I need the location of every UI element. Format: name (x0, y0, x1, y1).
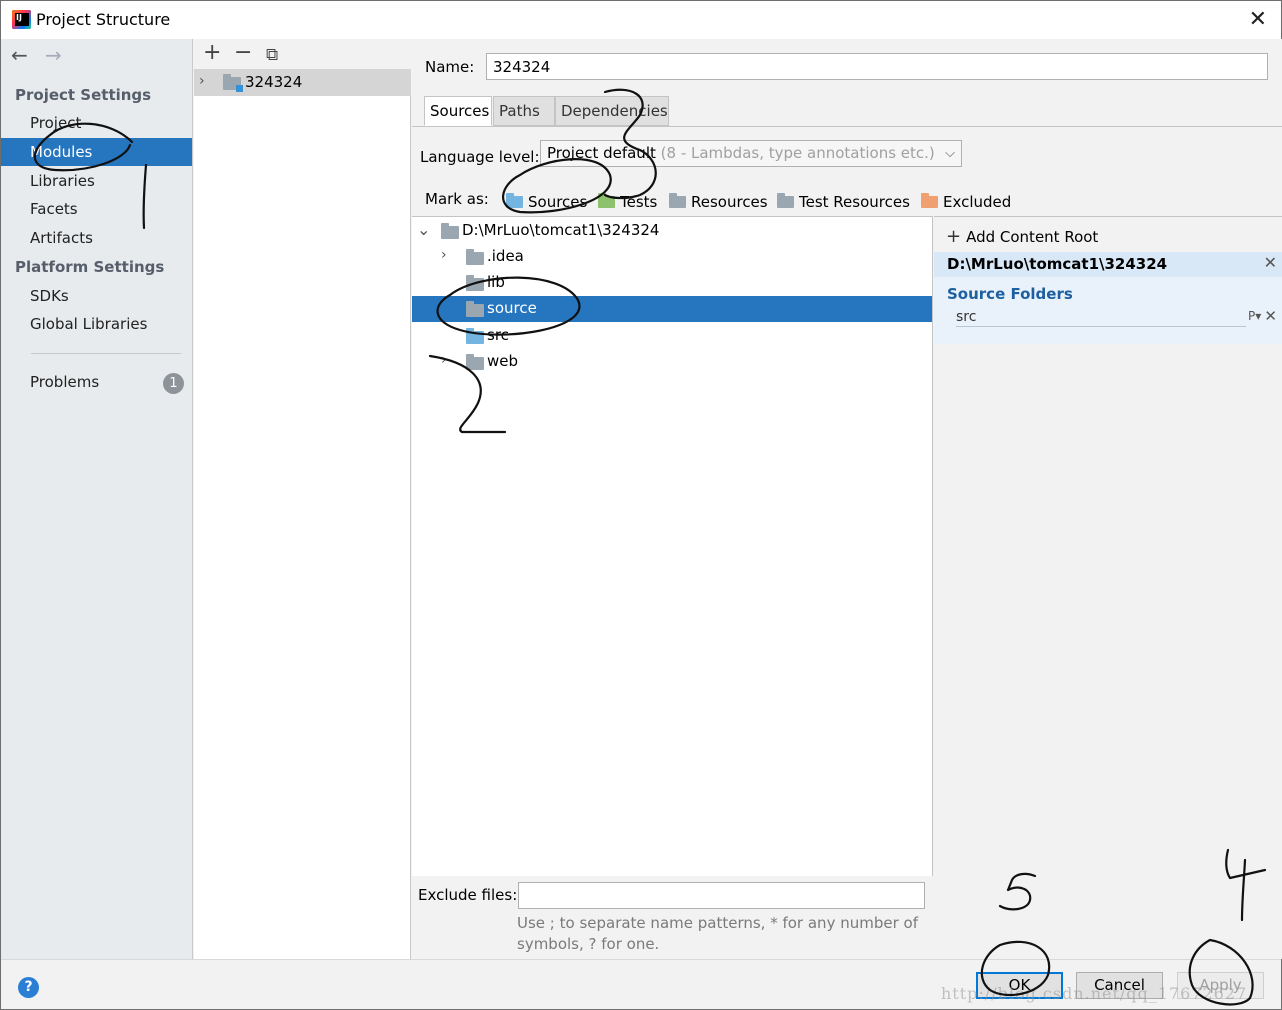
excluded-folder-icon (921, 193, 938, 208)
intellij-app-icon (12, 10, 31, 29)
test-resources-folder-icon (777, 193, 794, 208)
tree-row-source[interactable]: source (412, 296, 932, 322)
window-title: Project Structure (36, 10, 171, 29)
folder-icon (466, 275, 484, 291)
content-root-header: D:\MrLuo\tomcat1\324324 ✕ (934, 252, 1282, 277)
language-level-label: Language level: (420, 148, 540, 166)
content-root-tree: ⌄ D:\MrLuo\tomcat1\324324 › .idea lib so… (412, 216, 933, 876)
folder-icon (441, 223, 459, 239)
sidebar-item-global-libraries[interactable]: Global Libraries (1, 310, 192, 338)
mark-as-resources-button[interactable]: Resources (669, 193, 768, 211)
tree-item-label: src (487, 326, 509, 344)
tree-row-idea[interactable]: › .idea (412, 244, 932, 270)
source-folder-item[interactable]: src (956, 309, 976, 325)
platform-settings-header: Platform Settings (15, 258, 165, 276)
tree-row-src[interactable]: src (412, 323, 932, 349)
content-roots-panel: + Add Content Root D:\MrLuo\tomcat1\32432… (934, 216, 1282, 959)
add-content-root-button[interactable]: + Add Content Root (946, 226, 1098, 247)
forward-arrow-icon[interactable]: → (45, 43, 79, 67)
ok-button[interactable]: OK (976, 972, 1063, 999)
project-settings-header: Project Settings (15, 86, 152, 104)
module-list-panel: + − ⧉ › 324324 (194, 39, 411, 959)
copy-icon: ⧉ (266, 45, 279, 65)
add-module-button[interactable]: + (203, 41, 221, 65)
module-folder-icon (223, 74, 243, 92)
nav-arrows: ← → (11, 43, 79, 67)
chevron-down-icon: ⌵ (945, 146, 955, 161)
tab-dependencies[interactable]: Dependencies (555, 96, 669, 126)
tree-row-web[interactable]: › web (412, 349, 932, 375)
sidebar-divider (31, 353, 181, 354)
cancel-button[interactable]: Cancel (1076, 972, 1163, 999)
close-icon[interactable]: ✕ (1249, 7, 1267, 32)
mark-as-sources-button[interactable]: Sources (506, 193, 587, 211)
folder-icon (466, 249, 484, 265)
tab-underline (412, 126, 1282, 127)
module-toolbar: + − ⧉ (194, 39, 411, 69)
remove-content-root-icon[interactable]: ✕ (1264, 253, 1277, 272)
folder-icon (466, 354, 484, 370)
exclude-files-input[interactable] (518, 882, 925, 909)
tree-row-lib[interactable]: lib (412, 270, 932, 296)
project-structure-dialog: Project Structure ✕ ←→ Project Settings … (0, 0, 1282, 1010)
language-level-select[interactable]: Project default (8 - Lambdas, type annot… (540, 140, 962, 167)
tree-item-label: web (487, 352, 519, 370)
mark-as-test-resources-button[interactable]: Test Resources (777, 193, 910, 211)
resources-folder-icon (669, 193, 686, 208)
title-bar: Project Structure ✕ (1, 1, 1281, 39)
content-root-path: D:\MrLuo\tomcat1\324324 (947, 255, 1168, 273)
settings-sidebar: ← → Project Settings Project Modules Libr… (1, 39, 193, 959)
tab-sources[interactable]: Sources (424, 96, 492, 126)
help-icon[interactable]: ? (18, 977, 39, 998)
remove-module-button[interactable]: − (234, 41, 252, 65)
module-settings-panel: Name: Sources Paths Dependencies Languag… (412, 39, 1282, 959)
back-arrow-icon[interactable]: ← (11, 43, 45, 67)
tree-item-label: lib (487, 273, 505, 291)
plus-icon: + (946, 226, 962, 247)
language-level-value: Project default (547, 144, 656, 162)
language-level-suffix: (8 - Lambdas, type annotations etc.) (660, 144, 935, 162)
minus-icon: − (234, 40, 253, 65)
copy-module-button[interactable]: ⧉ (266, 43, 278, 67)
apply-button[interactable]: Apply (1177, 972, 1264, 999)
chevron-right-icon[interactable]: › (441, 247, 447, 263)
sidebar-item-modules[interactable]: Modules (1, 138, 192, 166)
source-folder-underline (956, 326, 1246, 327)
module-row[interactable]: › 324324 (194, 69, 411, 96)
tree-root-label: D:\MrLuo\tomcat1\324324 (462, 221, 660, 239)
tree-item-label: source (487, 299, 537, 317)
sidebar-item-sdks[interactable]: SDKs (1, 282, 192, 310)
tree-item-label: .idea (487, 247, 524, 265)
plus-icon: + (203, 40, 222, 65)
problems-count-badge: 1 (163, 373, 184, 394)
sidebar-item-artifacts[interactable]: Artifacts (1, 224, 192, 252)
name-label: Name: (425, 58, 475, 76)
exclude-files-label: Exclude files: (418, 886, 518, 904)
source-folders-header: Source Folders (947, 285, 1073, 303)
chevron-right-icon[interactable]: › (441, 352, 447, 368)
sidebar-item-libraries[interactable]: Libraries (1, 167, 192, 195)
exclude-files-hint: Use ; to separate name patterns, * for a… (517, 914, 918, 953)
sidebar-item-facets[interactable]: Facets (1, 195, 192, 223)
module-name: 324324 (245, 73, 303, 91)
chevron-down-icon[interactable]: ⌄ (417, 220, 430, 239)
source-folder-icon (466, 328, 484, 344)
mark-as-label: Mark as: (425, 190, 489, 208)
sources-folder-icon (506, 193, 523, 208)
tab-paths[interactable]: Paths (493, 96, 555, 126)
chevron-right-icon[interactable]: › (199, 73, 205, 89)
name-input[interactable] (486, 53, 1268, 80)
mark-as-tests-button[interactable]: Tests (598, 193, 657, 211)
sidebar-item-project[interactable]: Project (1, 109, 192, 137)
tree-row-root[interactable]: ⌄ D:\MrLuo\tomcat1\324324 (412, 218, 932, 244)
mark-as-excluded-button[interactable]: Excluded (921, 193, 1011, 211)
remove-source-folder-icon[interactable]: ✕ (1264, 307, 1277, 325)
tests-folder-icon (598, 193, 615, 208)
folder-icon (466, 301, 484, 317)
content-root-box: D:\MrLuo\tomcat1\324324 ✕ Source Folders… (934, 252, 1282, 344)
dialog-button-bar: ? OK Cancel Apply (1, 959, 1281, 1009)
source-folder-properties-icon[interactable]: P▾ (1248, 309, 1261, 323)
